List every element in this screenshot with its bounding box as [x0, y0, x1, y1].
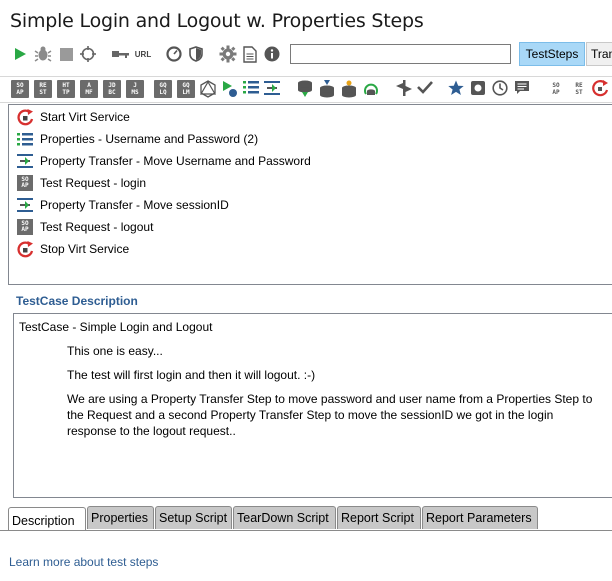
delay-clock-icon[interactable]: [492, 80, 510, 98]
gear-icon[interactable]: [218, 44, 238, 64]
step-label: Test Request - logout: [40, 220, 154, 234]
datasource-loop-icon[interactable]: [363, 80, 381, 98]
tab-properties[interactable]: Properties: [87, 506, 154, 529]
add-graphql-query-step-icon[interactable]: GQ LQ: [154, 80, 172, 98]
loop-icon[interactable]: [78, 44, 98, 64]
tab-transactions[interactable]: Tran: [586, 42, 612, 66]
datagen-icon[interactable]: [341, 80, 359, 98]
tab-description[interactable]: Description: [8, 507, 86, 531]
properties-step-icon[interactable]: [243, 80, 261, 98]
list-item[interactable]: Property Transfer - Move sessionID: [16, 195, 229, 215]
add-soap-step-icon[interactable]: SO AP: [11, 80, 29, 98]
virt-runner-icon[interactable]: [592, 80, 610, 98]
rest-mock-response-icon[interactable]: RE ST: [570, 80, 588, 98]
tab-teardown-script[interactable]: TearDown Script: [233, 506, 336, 529]
step-label: Property Transfer - Move sessionID: [40, 198, 229, 212]
soap-mock-response-icon[interactable]: SO AP: [547, 80, 565, 98]
teststep-list: Start Virt Service Properties - Username…: [8, 104, 612, 285]
step-label: Property Transfer - Move Username and Pa…: [40, 154, 311, 168]
search-input[interactable]: [290, 44, 511, 64]
soap-request-icon: SO AP: [16, 174, 34, 192]
soap-request-icon: SO AP: [16, 218, 34, 236]
description-line: The test will first login and then it wi…: [67, 368, 316, 382]
info-icon[interactable]: [262, 44, 282, 64]
credentials-key-icon[interactable]: [111, 44, 131, 64]
property-transfer-icon: [16, 152, 34, 170]
tab-setup-script[interactable]: Setup Script: [155, 506, 232, 529]
star-icon[interactable]: [448, 80, 466, 98]
run-icon[interactable]: [10, 44, 30, 64]
property-transfer-icon: [16, 196, 34, 214]
add-amf-step-icon[interactable]: A MF: [80, 80, 98, 98]
window-title: Simple Login and Logout w. Properties St…: [10, 10, 424, 32]
property-transfer-step-icon[interactable]: [264, 80, 282, 98]
description-textarea[interactable]: TestCase - Simple Login and Logout This …: [13, 313, 612, 498]
list-item[interactable]: Stop Virt Service: [16, 239, 129, 259]
assertion-check-icon[interactable]: [417, 80, 435, 98]
list-item[interactable]: SO AP Test Request - logout: [16, 217, 153, 237]
list-item[interactable]: Properties - Username and Password (2): [16, 129, 258, 149]
conditional-goto-icon[interactable]: [396, 80, 414, 98]
toolbar-divider: [0, 76, 612, 77]
step-toolbar: SO AP RE ST HT TP A MF JD BC J MS GQ LQ GQ LM: [8, 80, 612, 102]
add-jdbc-step-icon[interactable]: JD BC: [103, 80, 121, 98]
step-label: Test Request - login: [40, 176, 147, 190]
list-item[interactable]: SO AP Test Request - login: [16, 173, 146, 193]
add-jms-step-icon[interactable]: J MS: [126, 80, 144, 98]
list-item[interactable]: Property Transfer - Move Username and Pa…: [16, 151, 311, 171]
add-http-step-icon[interactable]: HT TP: [57, 80, 75, 98]
tab-report-script[interactable]: Report Script: [337, 506, 421, 529]
tab-report-parameters[interactable]: Report Parameters: [422, 506, 538, 529]
tab-baseline: [0, 530, 612, 531]
description-heading: TestCase Description: [16, 294, 138, 308]
description-line: We are using a Property Transfer Step to…: [67, 392, 593, 438]
document-icon[interactable]: [240, 44, 260, 64]
dial-icon[interactable]: [164, 44, 184, 64]
list-item[interactable]: Start Virt Service: [16, 107, 130, 127]
add-graphql-mutation-step-icon[interactable]: GQ LM: [177, 80, 195, 98]
tab-teststeps[interactable]: TestSteps: [519, 42, 585, 66]
shield-icon[interactable]: [186, 44, 206, 64]
properties-icon: [16, 130, 34, 148]
step-toolbar-divider: [0, 102, 612, 103]
endpoint-url-button[interactable]: URL: [132, 44, 154, 64]
manual-step-icon[interactable]: [470, 80, 488, 98]
description-line: This one is easy...: [67, 344, 163, 358]
graphql-icon[interactable]: [199, 80, 217, 98]
virt-stop-icon: [16, 240, 34, 258]
add-rest-step-icon[interactable]: RE ST: [34, 80, 52, 98]
datasource-icon[interactable]: [297, 80, 315, 98]
datasink-icon[interactable]: [319, 80, 337, 98]
debug-bug-icon[interactable]: [33, 44, 53, 64]
step-label: Stop Virt Service: [40, 242, 130, 256]
bottom-tab-bar: Description Properties Setup Script Tear…: [8, 506, 612, 531]
comment-icon[interactable]: [514, 80, 532, 98]
virt-start-icon: [16, 108, 34, 126]
stop-icon[interactable]: [56, 44, 76, 64]
learn-more-link[interactable]: Learn more about test steps: [9, 555, 158, 569]
step-label: Start Virt Service: [40, 110, 130, 124]
run-teststep-icon[interactable]: [221, 80, 239, 98]
step-label: Properties - Username and Password (2): [40, 132, 259, 146]
description-line: TestCase - Simple Login and Logout: [19, 320, 213, 334]
